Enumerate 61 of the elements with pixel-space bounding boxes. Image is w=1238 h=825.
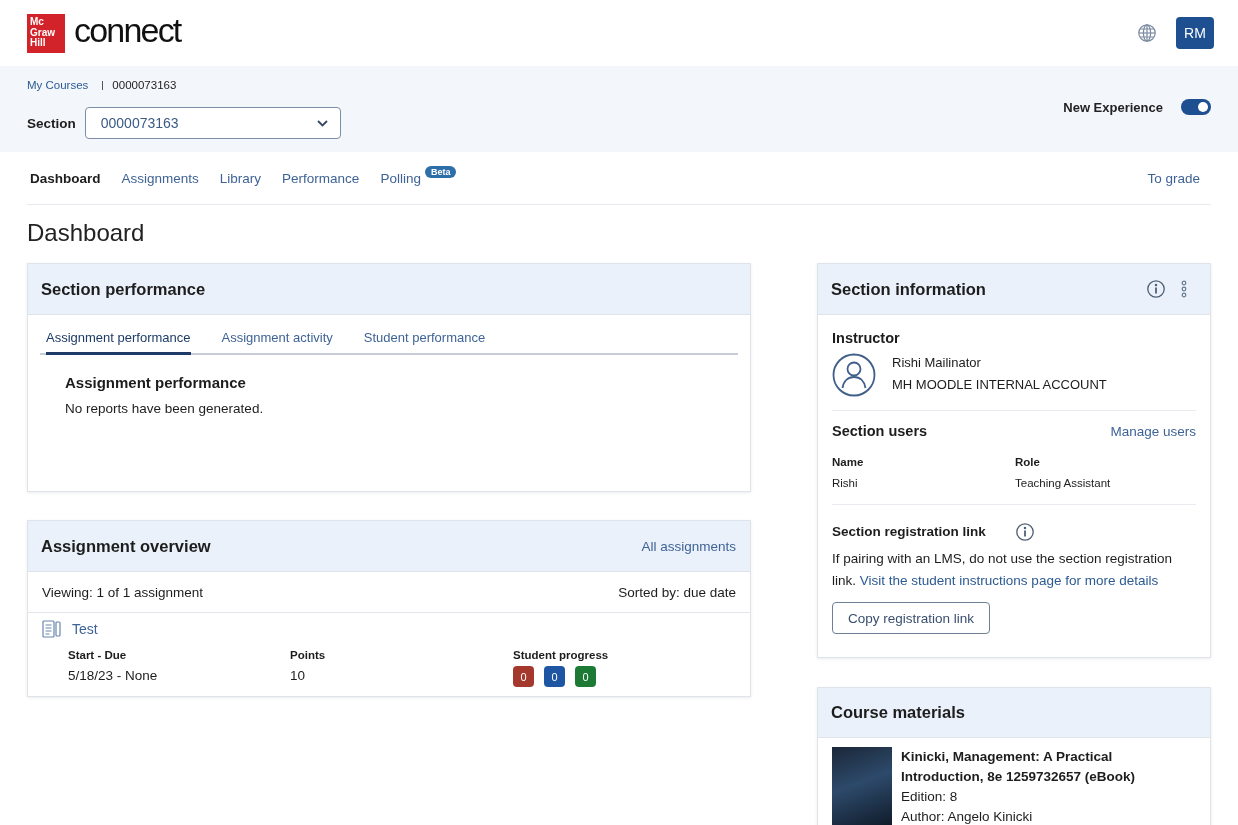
table-cell-text: Rishi [832,476,859,491]
user-avatar-icon [832,353,876,397]
avatar-button[interactable]: RM [1176,17,1214,49]
to-grade-link[interactable]: To grade [1147,170,1200,186]
book-title[interactable]: Kinicki, Management: A Practical Introduction, 8e 1259732657 (eBook) [901,747,1171,787]
panel-message: No reports have been generated. [65,400,265,418]
instructor-name: Rishi Mailinator [892,354,982,372]
field-value: 5/18/23 - None [68,667,159,685]
info-icon[interactable] [1147,280,1165,298]
manage-users-link[interactable]: Manage users [1110,423,1196,439]
field-value: 10 [290,667,307,685]
card-title: Section performance [41,279,206,299]
nav-tab[interactable]: Dashboard [30,170,101,186]
table-cell-text: Teaching Assistant [1015,476,1112,491]
breadcrumb-current: 0000073163 [112,79,177,91]
card-title: Assignment overview [41,536,211,556]
nav-tab[interactable]: Performance [282,170,360,186]
section-users-heading: Section users [832,422,928,441]
logo-wordmark: connect [74,10,181,50]
assignment-link[interactable]: Test [72,621,98,637]
section-select[interactable]: 0000073163 [84,107,341,139]
field-label: Student progress [513,648,610,663]
breadcrumb-link[interactable]: My Courses [27,79,89,91]
report-view-tab[interactable]: Assignment performance [46,330,191,355]
section-label: Section [27,115,76,131]
column-header: Role [1015,455,1041,470]
sort-label: Sorted by: due date [618,584,736,600]
book-author: Author: Angelo Kinicki [901,808,1034,825]
page-title: Dashboard [27,219,146,247]
instructor-account: MH MOODLE INTERNAL ACCOUNT [892,376,1107,394]
info-icon[interactable] [1015,523,1034,541]
kebab-menu-icon[interactable] [1180,280,1188,298]
column-header: Name [832,455,865,470]
instructor-heading: Instructor [832,329,901,348]
progress-count-badge[interactable]: 0 [544,666,565,687]
viewing-count: Viewing: 1 of 1 assignment [42,584,204,600]
globe-icon[interactable] [1138,24,1156,42]
registration-note: If pairing with an LMS, do not use the section registration link. Visit the student instructions page for more details [832,550,1173,590]
progress-count-badge[interactable]: 0 [513,666,534,687]
field-label: Start - Due [68,648,128,663]
all-assignments-link[interactable]: All assignments [641,538,736,554]
document-icon [42,620,62,638]
report-view-tab[interactable]: Assignment activity [221,330,333,355]
copy-link-button[interactable]: Copy registration link [832,602,991,634]
chevron-down-icon [316,119,328,127]
card-title: Course materials [831,703,965,722]
report-view-tab[interactable]: Student performance [363,330,486,355]
panel-title: Assignment performance [65,373,247,393]
progress-count-badge[interactable]: 0 [575,666,596,687]
nav-tab[interactable]: Assignments [121,170,199,186]
logo-mark: Mc Graw Hill [27,13,65,53]
registration-heading: Section registration link [832,523,986,541]
toggle-switch[interactable] [1181,99,1211,115]
instructions-link[interactable]: Visit the student instructions page for more details [859,573,1159,588]
toggle-label: New Experience [1063,99,1163,115]
nav-tab[interactable]: Library [219,170,262,186]
card-title: Section information [831,279,986,299]
book-edition: Edition: 8 [901,788,959,806]
beta-badge: Beta [424,166,457,178]
nav-tab[interactable]: Polling Beta [380,166,457,190]
field-label: Points [290,648,327,663]
